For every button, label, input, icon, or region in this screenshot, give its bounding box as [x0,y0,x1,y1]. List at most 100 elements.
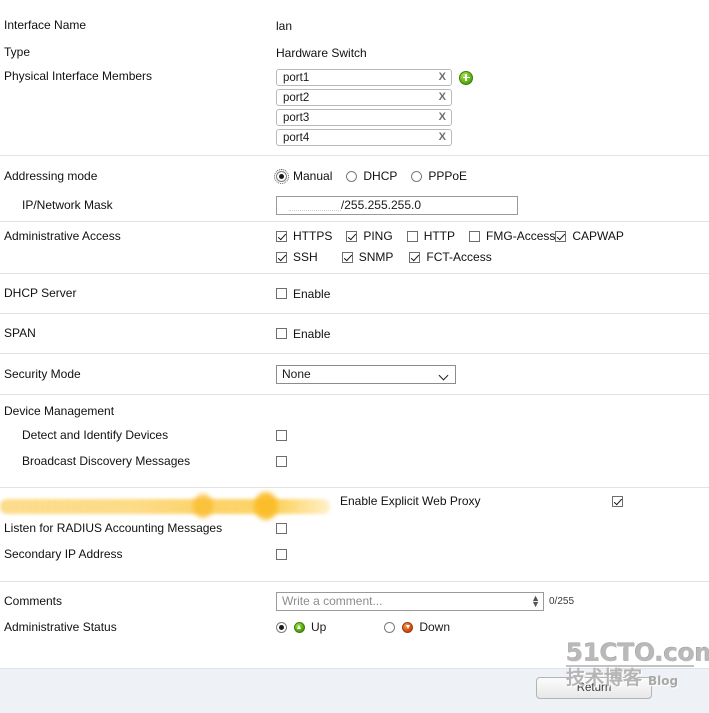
return-button[interactable]: Return [536,677,652,699]
radio-pppoe-icon[interactable] [411,170,423,182]
arrow-down-icon [402,621,414,633]
ip-network-mask-text: /255.255.255.0 [340,198,421,212]
secondary-ip-address-label: Secondary IP Address [4,546,123,561]
member-line: port1 X [276,69,709,86]
physical-members-label: Physical Interface Members [4,69,153,83]
remove-icon[interactable]: X [439,132,446,143]
checkbox-ssh[interactable]: SSH [276,250,318,264]
checkbox-fct-access[interactable]: FCT-Access [409,250,492,264]
checkbox-span-enable[interactable]: Enable [276,327,709,341]
checkbox-https-icon[interactable] [276,230,287,242]
radio-status-down-label: Down [419,620,451,634]
radio-status-down-icon[interactable] [384,621,396,633]
row-enable-explicit-web-proxy: Enable Explicit Web Proxy [0,488,709,520]
checkbox-dhcp-server-enable[interactable]: Enable [276,287,709,301]
checkbox-dhcp-server-enable-label: Enable [293,286,331,301]
row-physical-members: Physical Interface Members port1 X port2… [0,66,709,155]
security-mode-select[interactable]: None [276,364,456,384]
member-line: port3 X [276,109,709,126]
checkbox-http[interactable]: HTTP [406,229,455,243]
security-mode-value: None [276,364,709,384]
radio-status-down[interactable]: Down [384,620,450,634]
detect-identify-devices-value [276,429,709,441]
broadcast-discovery-label: Broadcast Discovery Messages [22,453,191,468]
radio-dhcp[interactable]: DHCP [346,169,397,183]
radio-pppoe[interactable]: PPPoE [411,169,467,183]
row-span: SPAN Enable [0,314,709,353]
security-mode-label: Security Mode [4,366,81,381]
updown-spinner-icon[interactable]: ▲ ▼ [531,594,540,609]
comments-value: Write a comment... ▲ ▼ 0/255 [276,591,709,611]
checkbox-fct-access-icon[interactable] [409,251,421,263]
checkbox-radius-accounting[interactable] [276,522,287,534]
radio-manual-icon[interactable] [274,168,289,184]
ip-network-mask-input[interactable]: /255.255.255.0 [276,195,518,215]
checkbox-ping[interactable]: PING [346,229,393,243]
checkbox-https[interactable]: HTTPS [276,229,332,243]
broadcast-discovery-value [276,455,709,467]
checkbox-dhcp-server-enable-icon[interactable] [276,288,287,299]
member-line: port4 X [276,129,709,146]
checkbox-ping-icon[interactable] [346,230,358,242]
enable-explicit-web-proxy-value [612,496,709,507]
radio-manual-label: Manual [293,169,333,183]
row-administrative-access: Administrative Access HTTPS PING HTTP FM [0,222,709,273]
member-input-port3[interactable]: port3 X [276,109,452,126]
radio-status-up[interactable]: Up [276,620,326,634]
security-mode-selected: None [282,367,311,381]
checkbox-span-enable-icon[interactable] [276,328,287,339]
remove-icon[interactable]: X [439,72,446,83]
comments-label: Comments [4,593,63,608]
checkbox-fmg-access-icon[interactable] [469,230,481,242]
dhcp-server-value: Enable [276,287,709,301]
plus-icon[interactable] [459,70,473,85]
interface-name-label: Interface Name [4,18,87,32]
checkbox-snmp-icon[interactable] [341,251,353,263]
radio-status-up-icon[interactable] [276,621,287,633]
member-input-port2[interactable]: port2 X [276,89,452,106]
member-input-port1[interactable]: port1 X [276,69,452,86]
checkbox-ssh-icon[interactable] [276,251,287,263]
radio-dhcp-icon[interactable] [346,170,358,182]
interface-name-value: lan [276,18,293,33]
checkbox-snmp[interactable]: SNMP [341,250,393,264]
radio-manual[interactable]: Manual [274,168,333,184]
remove-icon[interactable]: X [439,92,446,103]
type-value: Hardware Switch [276,45,367,60]
row-type: Type Hardware Switch [0,39,709,66]
radio-dhcp-label: DHCP [363,169,398,183]
checkbox-http-icon[interactable] [406,230,418,242]
checkbox-enable-explicit-web-proxy[interactable] [612,496,623,507]
checkbox-detect-identify-devices[interactable] [276,429,287,441]
divider [0,581,709,582]
ip-network-mask-label: IP/Network Mask [22,197,113,212]
checkbox-secondary-ip-address[interactable] [276,548,287,560]
checkbox-span-enable-label: Enable [293,326,331,341]
member-line: port2 X [276,89,709,106]
checkbox-broadcast-discovery[interactable] [276,455,287,467]
checkbox-fct-access-label: FCT-Access [426,250,492,264]
row-interface-name: Interface Name lan [0,12,709,39]
addressing-mode-options: Manual DHCP PPPoE [274,168,709,184]
arrow-up-icon [294,621,305,633]
divider [0,155,709,156]
ip-network-mask-value: /255.255.255.0 [276,195,709,215]
checkbox-capwap-icon[interactable] [555,230,567,242]
footer-bar: Return [0,668,709,713]
checkbox-ssh-label: SSH [293,250,318,264]
checkbox-fmg-access[interactable]: FMG-Access [469,229,555,243]
remove-icon[interactable]: X [439,112,446,123]
member-label: port4 [283,131,310,144]
member-label: port3 [283,111,310,124]
member-input-port4[interactable]: port4 X [276,129,452,146]
comments-input[interactable]: Write a comment... ▲ ▼ [276,591,544,611]
chevron-down-icon[interactable] [440,372,449,377]
member-label: port2 [283,91,310,104]
checkbox-ping-label: PING [363,229,393,243]
comments-placeholder: Write a comment... [282,594,383,608]
administrative-status-options: Up Down [276,620,709,634]
ip-redacted-mark [288,209,341,211]
checkbox-capwap[interactable]: CAPWAP [555,229,624,243]
interface-config-page: Interface Name lan Type Hardware Switch … [0,12,709,713]
watermark-main-text: 51CTO.com [566,638,709,667]
